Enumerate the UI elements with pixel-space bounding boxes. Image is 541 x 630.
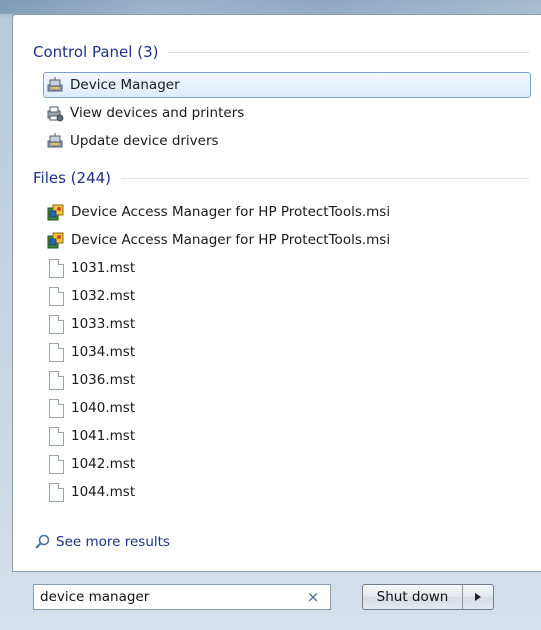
group-title-control-panel: Control Panel (3) [33,43,159,61]
result-update-device-drivers[interactable]: Update device drivers [43,128,531,154]
result-file-mst[interactable]: 1032.mst [47,283,531,309]
search-results-panel: Control Panel (3) Device Manager View de… [12,14,541,572]
result-file-mst[interactable]: 1031.mst [47,255,531,281]
chevron-right-icon [475,593,481,601]
result-label: Update device drivers [70,133,219,149]
msi-installer-icon [47,232,64,249]
shut-down-button[interactable]: Shut down [363,585,463,609]
group-header-control-panel: Control Panel (3) [33,41,529,63]
see-more-results-link[interactable]: See more results [34,534,170,550]
group-header-files: Files (244) [33,167,529,189]
document-icon [49,286,64,306]
magnifier-icon [35,534,50,549]
search-input[interactable] [40,589,302,605]
result-label: 1042.mst [71,456,136,472]
msi-installer-icon [47,204,64,221]
result-label: Device Access Manager for HP ProtectTool… [71,232,391,248]
result-file-msi[interactable]: Device Access Manager for HP ProtectTool… [47,227,531,253]
shutdown-options-button[interactable] [463,585,493,609]
result-label: View devices and printers [70,105,245,121]
result-label: 1031.mst [71,260,136,276]
result-label: 1041.mst [71,428,136,444]
group-title-files: Files (244) [33,169,112,187]
document-icon [49,314,64,334]
result-label: Device Access Manager for HP ProtectTool… [71,204,391,220]
result-view-devices-and-printers[interactable]: View devices and printers [43,100,531,126]
clear-search-icon[interactable]: × [302,588,324,606]
result-label: 1044.mst [71,484,136,500]
result-label: Device Manager [70,77,180,93]
result-file-mst[interactable]: 1042.mst [47,451,531,477]
result-device-manager[interactable]: Device Manager [43,72,531,98]
group-divider [168,51,529,53]
result-file-mst[interactable]: 1034.mst [47,339,531,365]
document-icon [49,370,64,390]
result-label: 1032.mst [71,288,136,304]
result-file-mst[interactable]: 1041.mst [47,423,531,449]
devices-printers-icon [47,106,64,122]
result-label: 1036.mst [71,372,136,388]
start-menu-top-band [0,0,541,14]
result-file-mst[interactable]: 1033.mst [47,311,531,337]
result-file-msi[interactable]: Device Access Manager for HP ProtectTool… [47,199,531,225]
shutdown-button-group: Shut down [362,584,494,610]
document-icon [49,342,64,362]
document-icon [49,398,64,418]
document-icon [49,426,64,446]
result-label: 1040.mst [71,400,136,416]
result-file-mst[interactable]: 1036.mst [47,367,531,393]
see-more-results-label: See more results [56,534,170,550]
result-file-mst[interactable]: 1044.mst [47,479,531,505]
result-file-mst[interactable]: 1040.mst [47,395,531,421]
group-divider [121,177,529,179]
document-icon [49,258,64,278]
update-drivers-icon [47,133,63,148]
document-icon [49,454,64,474]
result-label: 1034.mst [71,344,136,360]
document-icon [49,482,64,502]
result-label: 1033.mst [71,316,136,332]
start-search-box[interactable]: × [33,584,331,610]
device-manager-icon [47,77,63,92]
